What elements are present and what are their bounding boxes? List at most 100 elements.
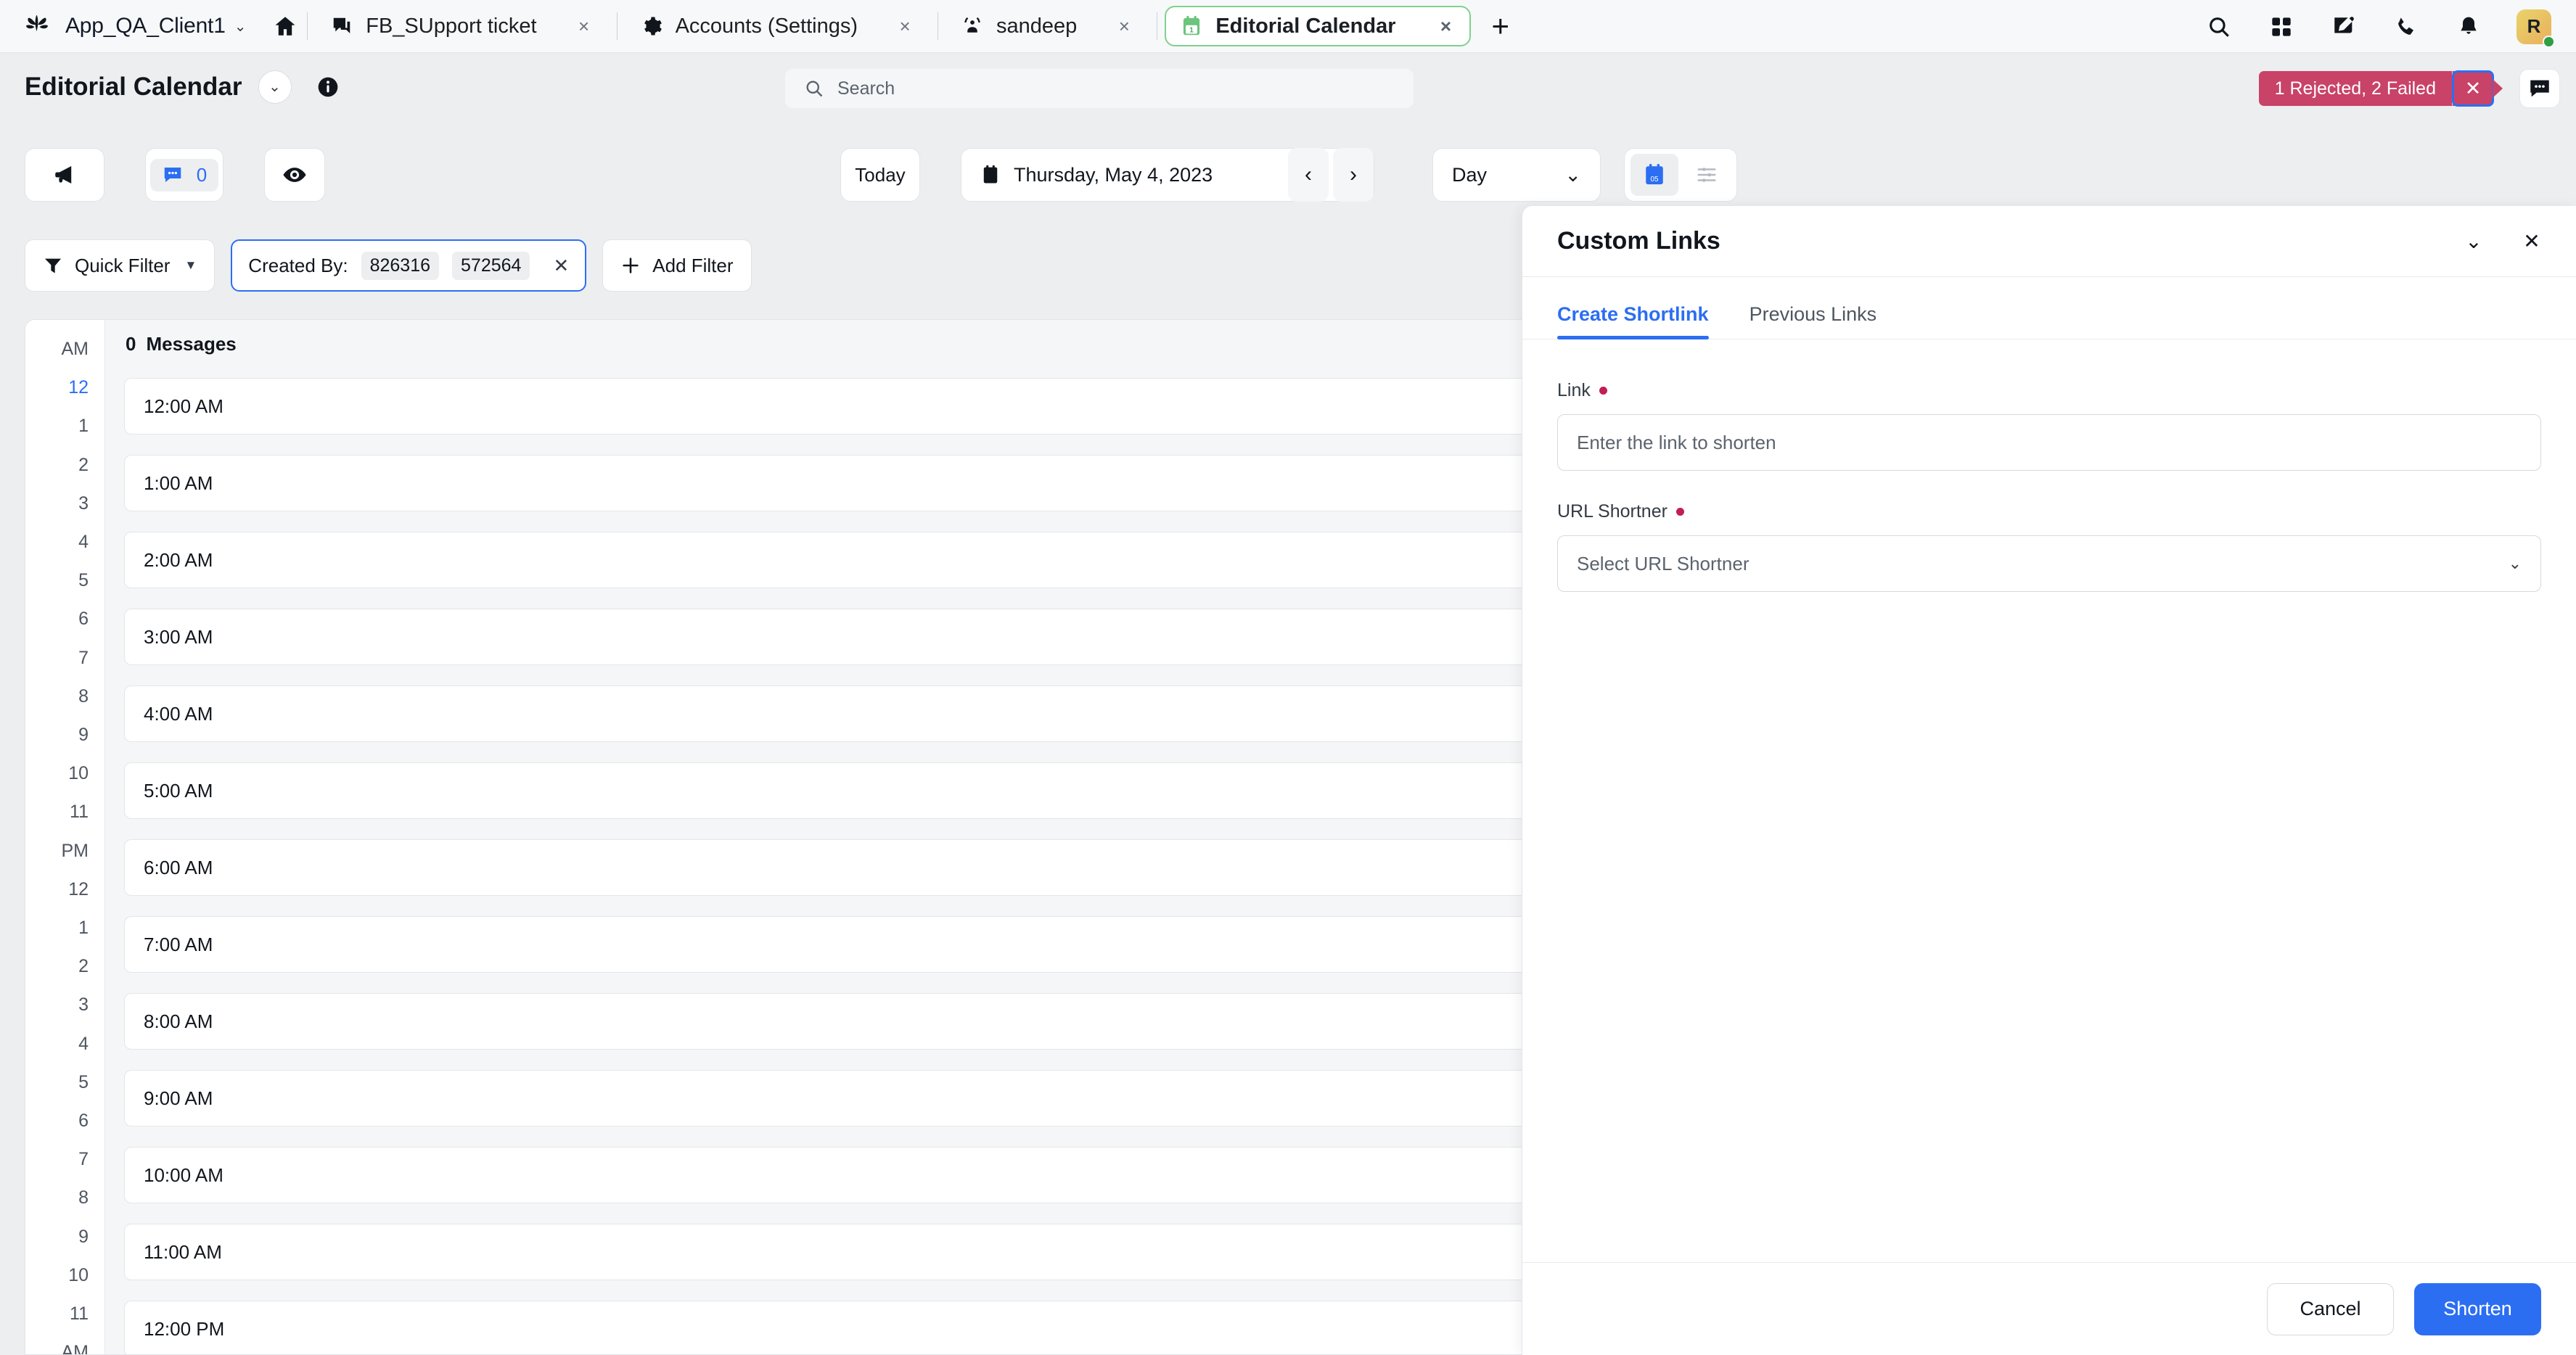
- panel-body: Link Enter the link to shorten URL Short…: [1522, 339, 2576, 1262]
- add-filter-button[interactable]: Add Filter: [602, 239, 752, 292]
- url-shortner-field-label: URL Shortner: [1557, 501, 2541, 522]
- shorten-button[interactable]: Shorten: [2414, 1282, 2541, 1335]
- close-icon[interactable]: ×: [894, 17, 916, 36]
- today-button[interactable]: Today: [840, 148, 920, 202]
- hour-tick: AM: [61, 1342, 89, 1355]
- prev-day-button[interactable]: ‹: [1288, 148, 1329, 202]
- calendar-05-icon[interactable]: 05: [1630, 154, 1678, 196]
- add-filter-label: Add Filter: [652, 254, 734, 276]
- conversations-icon: [329, 14, 354, 38]
- toast-arrow: [2493, 79, 2503, 98]
- eye-icon: [282, 162, 307, 187]
- hour-tick: AM: [61, 339, 89, 359]
- tabbar-right-actions: R: [2204, 0, 2555, 53]
- sprout-logo-icon[interactable]: [20, 9, 54, 43]
- view-range-select[interactable]: Day ⌄: [1432, 148, 1601, 202]
- tab-create-shortlink[interactable]: Create Shortlink: [1557, 303, 1709, 339]
- hour-tick: 7: [78, 647, 89, 668]
- chevron-down-icon: ⌄: [1564, 163, 1581, 186]
- view-range-value: Day: [1452, 163, 1488, 186]
- browser-tab-sandeep[interactable]: sandeep ×: [946, 6, 1149, 46]
- url-shortner-select[interactable]: Select URL Shortner ⌄: [1557, 535, 2541, 592]
- browser-tab-bar: App_QA_Client1 ⌄ FB_SUpport ticket × Acc…: [0, 0, 2576, 53]
- gear-icon: [639, 14, 664, 38]
- tab-label: FB_SUpport ticket: [366, 14, 537, 38]
- cancel-button[interactable]: Cancel: [2267, 1282, 2394, 1335]
- avatar[interactable]: R: [2516, 9, 2555, 48]
- hour-tick: 8: [78, 685, 89, 707]
- current-date-label: Thursday, May 4, 2023: [1014, 163, 1213, 186]
- hour-tick: 6: [78, 609, 89, 630]
- caret-down-icon: ▼: [184, 258, 197, 272]
- chip-remove-icon[interactable]: ✕: [553, 255, 569, 277]
- close-icon[interactable]: ×: [1435, 17, 1456, 36]
- panel-collapse-icon[interactable]: ⌄: [2461, 229, 2486, 253]
- compose-icon[interactable]: [2329, 12, 2358, 41]
- messages-count: 0: [126, 332, 136, 355]
- hour-tick: 7: [78, 1149, 89, 1170]
- url-shortner-value: Select URL Shortner: [1577, 552, 1750, 574]
- list-view-icon[interactable]: [1683, 154, 1731, 196]
- chip-value: 572564: [452, 251, 530, 280]
- required-indicator-icon: [1675, 508, 1684, 516]
- link-label-text: Link: [1557, 380, 1591, 400]
- announcement-button[interactable]: [25, 148, 104, 202]
- chat-button[interactable]: [2519, 69, 2560, 108]
- search-icon[interactable]: [2204, 12, 2234, 41]
- search-input[interactable]: Search: [785, 69, 1414, 108]
- hour-tick: 8: [78, 1187, 89, 1208]
- filter-lightning-icon: [43, 255, 63, 276]
- info-icon[interactable]: [315, 74, 341, 100]
- bell-icon[interactable]: [2454, 12, 2483, 41]
- phone-icon[interactable]: [2392, 12, 2421, 41]
- close-icon[interactable]: ×: [1113, 17, 1135, 36]
- link-field-label: Link: [1557, 380, 2541, 401]
- hour-tick: 1: [78, 416, 89, 437]
- comment-bubble-icon: [162, 164, 184, 186]
- panel-title: Custom Links: [1557, 227, 1720, 255]
- hour-tick: 3: [78, 493, 89, 514]
- filter-chip-created-by[interactable]: Created By: 826316 572564 ✕: [231, 239, 587, 292]
- hour-tick: PM: [61, 840, 89, 861]
- search-placeholder: Search: [837, 78, 895, 99]
- toast-close-button[interactable]: ✕: [2452, 70, 2494, 107]
- hour-tick: 10: [68, 1264, 89, 1285]
- presence-dot: [2543, 35, 2555, 48]
- link-input[interactable]: Enter the link to shorten: [1557, 414, 2541, 471]
- quick-filter-label: Quick Filter: [75, 254, 171, 276]
- hour-tick: 3: [78, 994, 89, 1016]
- new-tab-button[interactable]: +: [1491, 11, 1509, 41]
- preview-button[interactable]: [264, 148, 325, 202]
- chip-value: 826316: [361, 251, 440, 280]
- panel-footer: Cancel Shorten: [1522, 1262, 2576, 1355]
- workspace-switcher[interactable]: App_QA_Client1 ⌄: [65, 14, 246, 38]
- browser-tab-fb-support-ticket[interactable]: FB_SUpport ticket ×: [315, 6, 609, 46]
- tab-label: Accounts (Settings): [675, 14, 858, 38]
- hour-tick: 5: [78, 1071, 89, 1092]
- page-header: Editorial Calendar ⌄ Search 1 Rejected, …: [0, 53, 2576, 120]
- home-icon[interactable]: [271, 12, 300, 41]
- comments-pill: 0: [149, 158, 219, 191]
- comments-button[interactable]: 0: [145, 148, 223, 202]
- hour-tick: 1: [78, 918, 89, 938]
- today-label: Today: [855, 163, 906, 186]
- quick-filter-button[interactable]: Quick Filter ▼: [25, 239, 216, 292]
- browser-tab-accounts-settings[interactable]: Accounts (Settings) ×: [625, 6, 930, 46]
- status-toast: 1 Rejected, 2 Failed ✕: [2258, 70, 2503, 107]
- hour-tick: 4: [78, 1033, 89, 1054]
- next-day-button[interactable]: ›: [1333, 148, 1374, 202]
- tab-previous-links[interactable]: Previous Links: [1750, 303, 1877, 339]
- hour-tick: 12: [68, 377, 89, 398]
- browser-tab-editorial-calendar[interactable]: 1 Editorial Calendar ×: [1165, 6, 1472, 46]
- plus-icon: [620, 255, 641, 276]
- calendar-icon: [980, 164, 1002, 186]
- svg-text:05: 05: [1651, 176, 1659, 184]
- required-indicator-icon: [1599, 387, 1607, 395]
- apps-grid-icon[interactable]: [2267, 12, 2296, 41]
- app-root: App_QA_Client1 ⌄ FB_SUpport ticket × Acc…: [0, 0, 2576, 1355]
- chevron-down-icon[interactable]: ⌄: [258, 70, 292, 104]
- tab-divider: [616, 12, 618, 40]
- close-icon[interactable]: ×: [573, 17, 595, 36]
- panel-close-icon[interactable]: ✕: [2519, 229, 2544, 253]
- calendar-toolbar: 0 Today Thursday, May 4, 2023 ‹ › Day ⌄ …: [0, 148, 2576, 350]
